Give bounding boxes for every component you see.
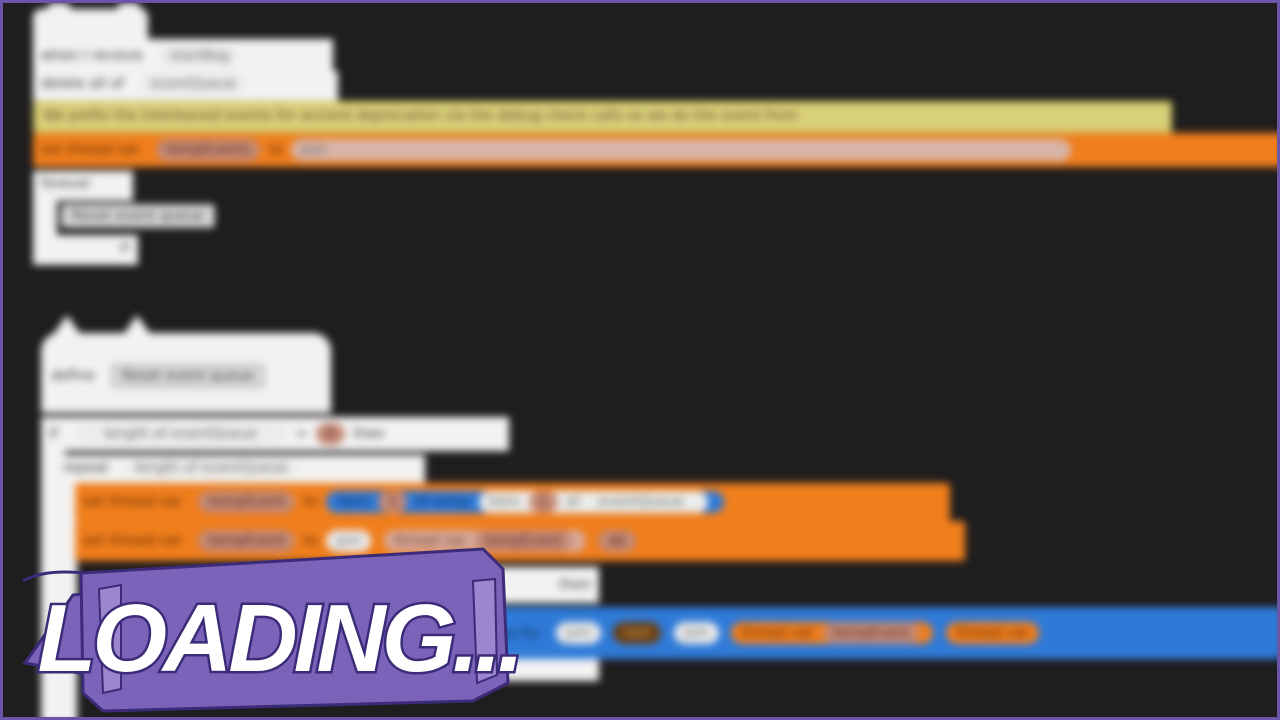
join-label: join bbox=[301, 142, 327, 158]
item-label: item bbox=[337, 494, 370, 510]
loop-arrow-icon: ↺ bbox=[118, 240, 130, 256]
length-label: length of bbox=[104, 426, 167, 442]
item-of-array-reporter[interactable]: item 1 of array item 1 of eventQueue bbox=[325, 491, 724, 513]
thread-var-name-2[interactable]: tempEvent bbox=[198, 491, 295, 513]
join-reporter-3[interactable]: join bbox=[555, 622, 602, 644]
if-label: if bbox=[49, 426, 58, 442]
loading-text: LOADING... bbox=[38, 585, 521, 692]
inner-item-label: item bbox=[488, 494, 521, 510]
thread-var-name[interactable]: tempEvents bbox=[156, 139, 261, 161]
forever-block[interactable]: forever bbox=[33, 171, 133, 201]
length-reporter[interactable]: length of eventQueue bbox=[74, 423, 288, 445]
dark-value-pill[interactable]: text bbox=[613, 622, 662, 644]
zero-input[interactable]: 0 bbox=[315, 423, 345, 445]
define-label: define bbox=[51, 368, 95, 384]
when-i-receive-label: when I receive bbox=[41, 48, 143, 64]
repeat-label: repeat bbox=[63, 460, 109, 476]
join-arg[interactable]: ab bbox=[598, 530, 636, 552]
reset-queue-call[interactable]: Reset event queue bbox=[61, 204, 215, 228]
array-block[interactable]: array by join text join thread var tempE… bbox=[473, 607, 1277, 659]
inner-item-index[interactable]: 1 bbox=[528, 491, 558, 513]
join-reporter-4[interactable]: join bbox=[673, 622, 719, 644]
repeat-length-label: length of bbox=[135, 460, 198, 476]
comment-text: We prefix the interleaved events for anc… bbox=[43, 108, 799, 124]
repeat-length-list[interactable]: eventQueue bbox=[202, 460, 288, 476]
repeat-block[interactable]: repeat length of eventQueue bbox=[55, 455, 425, 485]
forever-arm bbox=[33, 201, 57, 237]
set-thread-var-label: set thread var bbox=[41, 142, 140, 158]
greater-than-label: > bbox=[295, 426, 308, 442]
set-thread-var-label-2: set thread var bbox=[83, 494, 182, 510]
repeat-length-reporter[interactable]: length of eventQueue bbox=[125, 457, 298, 479]
when-i-receive-block[interactable]: when I receive startBeg bbox=[33, 39, 333, 73]
delete-all-block[interactable]: delete all of eventQueue bbox=[33, 71, 338, 101]
receive-dropdown[interactable]: startBeg bbox=[159, 45, 240, 67]
thread-var-reporter-3[interactable]: thread var bbox=[945, 622, 1039, 644]
thread-var-label-2: thread var bbox=[741, 625, 815, 641]
of-array-label: of array bbox=[415, 494, 471, 510]
delete-all-label: delete all of bbox=[41, 76, 124, 92]
forever-footer: ↺ bbox=[33, 235, 138, 265]
define-name[interactable]: Reset event queue bbox=[111, 364, 266, 388]
inner-then-label: then bbox=[559, 577, 591, 593]
thread-var-reporter-2[interactable]: thread var tempEvent bbox=[731, 622, 934, 644]
loading-graffiti-art: LOADING... bbox=[22, 547, 527, 713]
join-reporter[interactable]: join bbox=[291, 139, 1072, 161]
inner-of-label: of bbox=[566, 494, 580, 510]
loading-banner: LOADING... bbox=[3, 533, 533, 717]
define-row: define Reset event queue bbox=[43, 363, 323, 393]
inner-item-reporter[interactable]: item 1 of eventQueue bbox=[478, 491, 708, 513]
to-label: to bbox=[268, 142, 283, 158]
length-list[interactable]: eventQueue bbox=[171, 426, 257, 442]
comment-block[interactable]: We prefix the interleaved events for anc… bbox=[33, 101, 1172, 133]
to-label-2: to bbox=[303, 494, 318, 510]
editor-frame: when I receive startBeg delete all of ev… bbox=[0, 0, 1280, 720]
if-block[interactable]: if length of eventQueue > 0 then bbox=[41, 417, 509, 451]
item-index[interactable]: 1 bbox=[378, 491, 407, 513]
set-thread-var-block-2[interactable]: set thread var tempEvent to item 1 of ar… bbox=[75, 483, 950, 521]
forever-label: forever bbox=[41, 176, 92, 192]
inner-list-name[interactable]: eventQueue bbox=[587, 491, 694, 513]
thread-var-arg-2[interactable]: tempEvent bbox=[822, 622, 920, 644]
custom-call-block[interactable]: Reset event queue bbox=[57, 203, 252, 233]
delete-list-dropdown[interactable]: eventQueue bbox=[140, 73, 247, 95]
set-thread-var-block[interactable]: set thread var tempEvents to join bbox=[33, 133, 1277, 167]
then-label: then bbox=[353, 426, 386, 442]
